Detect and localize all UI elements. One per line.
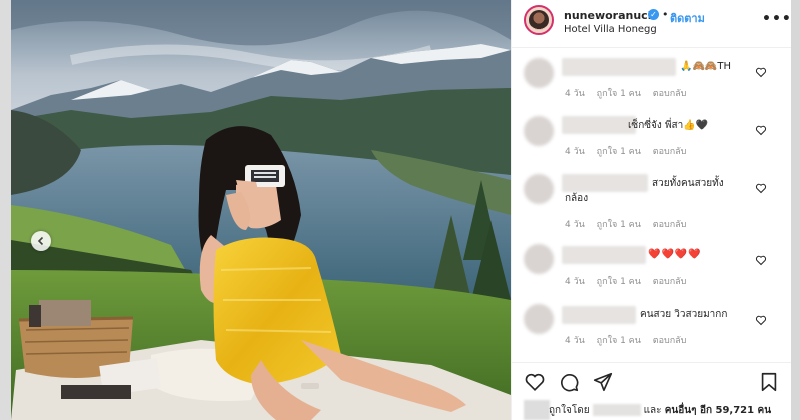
commenter-avatar[interactable] bbox=[524, 116, 554, 146]
commenter-username-blurred[interactable] bbox=[562, 306, 636, 324]
comment-like-heart-icon[interactable] bbox=[755, 182, 767, 194]
comment-meta: 4 วัน ถูกใจ 1 คน ตอบกลับ bbox=[565, 333, 695, 347]
commenter-username-blurred[interactable] bbox=[562, 116, 636, 134]
comment-like-heart-icon[interactable] bbox=[755, 124, 767, 136]
liker-username-blurred[interactable] bbox=[592, 404, 641, 416]
commenter-avatar[interactable] bbox=[524, 174, 554, 204]
comment-meta: 4 วัน ถูกใจ 1 คน ตอบกลับ bbox=[565, 86, 695, 100]
comment-time: 4 วัน bbox=[565, 277, 585, 287]
likes-prefix: ถูกใจโดย bbox=[549, 405, 590, 416]
comment-reply-button[interactable]: ตอบกลับ bbox=[653, 147, 687, 157]
like-heart-icon[interactable] bbox=[524, 371, 546, 393]
comment-likes-count[interactable]: ถูกใจ 1 คน bbox=[597, 147, 641, 157]
post-side-panel: nuneworanuch ✓ • ติดตาม Hotel Villa Hone… bbox=[511, 0, 792, 420]
comment-text: ❤️❤️❤️❤️ bbox=[648, 249, 702, 260]
comment-meta: 4 วัน ถูกใจ 1 คน ตอบกลับ bbox=[565, 217, 695, 231]
page-background-edge bbox=[791, 0, 800, 420]
post-location[interactable]: Hotel Villa Honegg bbox=[564, 24, 657, 35]
comment-like-heart-icon[interactable] bbox=[755, 66, 767, 78]
comment-likes-count[interactable]: ถูกใจ 1 คน bbox=[597, 220, 641, 230]
comment-reply-button[interactable]: ตอบกลับ bbox=[653, 89, 687, 99]
save-bookmark-icon[interactable] bbox=[758, 371, 780, 393]
likes-summary[interactable]: ถูกใจโดย และ คนอื่นๆ อีก 59,721 คน bbox=[549, 403, 771, 418]
comment-text: เซ็กซี่จัง พี่สา👍🖤 bbox=[628, 120, 709, 131]
commenter-avatar[interactable] bbox=[524, 58, 554, 88]
more-options-button[interactable]: ••• bbox=[762, 11, 792, 27]
screen: nuneworanuch ✓ • ติดตาม Hotel Villa Hone… bbox=[0, 0, 800, 420]
post-photo-illustration bbox=[11, 0, 511, 420]
comment-time: 4 วัน bbox=[565, 89, 585, 99]
likes-middle: และ bbox=[643, 405, 662, 416]
likes-others-count[interactable]: คนอื่นๆ อีก 59,721 คน bbox=[665, 405, 771, 416]
author-avatar[interactable] bbox=[524, 5, 554, 35]
comment-meta: 4 วัน ถูกใจ 1 คน ตอบกลับ bbox=[565, 144, 695, 158]
follow-button[interactable]: ติดตาม bbox=[670, 9, 705, 27]
comments-list: 🙏🙈🙈TH 4 วัน ถูกใจ 1 คน ตอบกลับ เซ็กซี่จั… bbox=[512, 50, 792, 362]
liker-avatar-blurred bbox=[524, 400, 550, 420]
comment-bubble-icon[interactable] bbox=[558, 371, 580, 393]
comment-item: เซ็กซี่จัง พี่สา👍🖤 4 วัน ถูกใจ 1 คน ตอบก… bbox=[512, 108, 792, 168]
comment-reply-button[interactable]: ตอบกลับ bbox=[653, 336, 687, 346]
commenter-username-blurred[interactable] bbox=[562, 246, 646, 264]
comment-item: สวยทั้งคนสวยทั้ง กล้อง 4 วัน ถูกใจ 1 คน … bbox=[512, 168, 792, 240]
author-username[interactable]: nuneworanuch bbox=[564, 9, 656, 22]
chevron-left-icon bbox=[37, 236, 44, 246]
commenter-avatar[interactable] bbox=[524, 244, 554, 274]
comment-likes-count[interactable]: ถูกใจ 1 คน bbox=[597, 277, 641, 287]
comment-reply-button[interactable]: ตอบกลับ bbox=[653, 277, 687, 287]
comment-time: 4 วัน bbox=[565, 336, 585, 346]
commenter-avatar[interactable] bbox=[524, 304, 554, 334]
comment-text: คนสวย วิวสวยมากก bbox=[640, 309, 728, 320]
share-paper-plane-icon[interactable] bbox=[592, 371, 614, 393]
comment-text-line1: สวยทั้งคนสวยทั้ง bbox=[652, 178, 724, 189]
commenter-username-blurred[interactable] bbox=[562, 58, 676, 76]
comment-meta: 4 วัน ถูกใจ 1 คน ตอบกลับ bbox=[565, 274, 695, 288]
carousel-prev-button[interactable] bbox=[31, 231, 51, 251]
comment-item: คนสวย วิวสวยมากก 4 วัน ถูกใจ 1 คน ตอบกลั… bbox=[512, 298, 792, 362]
post-header: nuneworanuch ✓ • ติดตาม Hotel Villa Hone… bbox=[512, 0, 792, 48]
post-actions-bar: ถูกใจโดย และ คนอื่นๆ อีก 59,721 คน bbox=[512, 362, 792, 420]
header-separator: • bbox=[662, 8, 669, 21]
verified-badge-icon: ✓ bbox=[648, 9, 659, 20]
comment-reply-button[interactable]: ตอบกลับ bbox=[653, 220, 687, 230]
comment-like-heart-icon[interactable] bbox=[755, 254, 767, 266]
comment-item: ❤️❤️❤️❤️ 4 วัน ถูกใจ 1 คน ตอบกลับ bbox=[512, 240, 792, 298]
comment-text: 🙏🙈🙈TH bbox=[680, 61, 731, 72]
comment-item: 🙏🙈🙈TH 4 วัน ถูกใจ 1 คน ตอบกลับ bbox=[512, 50, 792, 108]
comment-like-heart-icon[interactable] bbox=[755, 314, 767, 326]
avatar-image bbox=[529, 10, 549, 30]
comment-time: 4 วัน bbox=[565, 220, 585, 230]
comment-likes-count[interactable]: ถูกใจ 1 คน bbox=[597, 89, 641, 99]
post-photo[interactable] bbox=[11, 0, 511, 420]
comment-likes-count[interactable]: ถูกใจ 1 คน bbox=[597, 336, 641, 346]
commenter-username-blurred[interactable] bbox=[562, 174, 648, 192]
comment-time: 4 วัน bbox=[565, 147, 585, 157]
comment-text-line2: กล้อง bbox=[565, 193, 589, 204]
